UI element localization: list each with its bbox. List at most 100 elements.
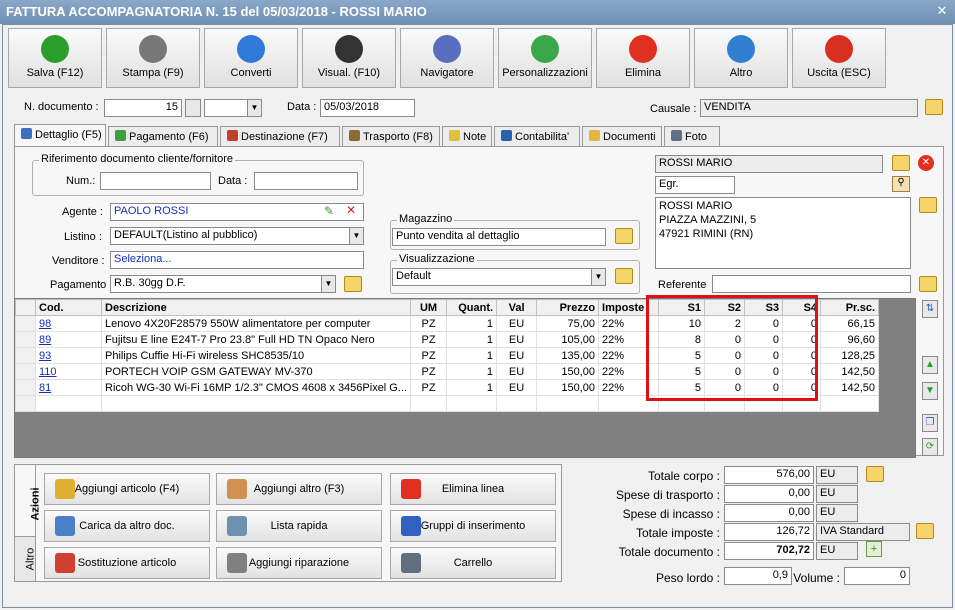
referente-folder-icon[interactable] <box>919 276 937 292</box>
altro-button[interactable]: Altro <box>694 28 788 88</box>
table-cell[interactable] <box>446 395 498 412</box>
ndoc-input[interactable]: 15 <box>104 99 182 117</box>
row-indicator[interactable] <box>15 315 36 332</box>
visual-button[interactable]: Visual. (F10) <box>302 28 396 88</box>
table-cell[interactable]: 89 <box>35 331 102 348</box>
table-cell[interactable] <box>100 395 412 412</box>
move-up-icon[interactable]: ▲ <box>922 356 938 374</box>
cliente-address[interactable]: ROSSI MARIO PIAZZA MAZZINI, 5 47921 RIMI… <box>655 197 911 269</box>
column-header[interactable]: UM <box>410 299 448 316</box>
spese-incasso-value[interactable]: 0,00 <box>724 504 814 522</box>
row-indicator[interactable] <box>15 363 36 380</box>
causale-folder-icon[interactable] <box>925 99 943 115</box>
navigatore-button[interactable]: Navigatore <box>400 28 494 88</box>
table-cell: 1 <box>446 331 498 348</box>
column-header[interactable]: Quant. <box>446 299 498 316</box>
action-button[interactable]: Carrello <box>390 547 556 579</box>
action-button[interactable]: Elimina linea <box>390 473 556 505</box>
delete-agente-icon[interactable]: ✕ <box>346 203 356 217</box>
magazzino-folder-icon[interactable] <box>615 228 633 244</box>
tab-0[interactable]: Dettaglio (F5) <box>14 124 106 147</box>
refresh-icon[interactable]: ⟳ <box>922 438 938 456</box>
table-cell: 150,00 <box>536 363 600 380</box>
uscita-button[interactable]: Uscita (ESC) <box>792 28 886 88</box>
row-indicator[interactable] <box>15 379 36 396</box>
cliente-delete-icon[interactable]: ✕ <box>918 155 934 171</box>
tab-7[interactable]: Foto <box>664 126 720 146</box>
table-cell[interactable]: 98 <box>35 315 102 332</box>
elimina-button[interactable]: Elimina <box>596 28 690 88</box>
cliente-name-input[interactable]: ROSSI MARIO <box>655 155 883 173</box>
table-cell: EU <box>496 363 538 380</box>
causale-input[interactable]: VENDITA <box>700 99 918 117</box>
ndoc-series-select[interactable]: ▼ <box>204 99 262 117</box>
imposte-folder-icon[interactable] <box>916 523 934 539</box>
cliente-title-input[interactable]: Egr. <box>655 176 735 194</box>
pagamento-folder-icon[interactable] <box>344 276 362 292</box>
converti-button[interactable]: Converti <box>204 28 298 88</box>
rif-data-input[interactable] <box>254 172 358 190</box>
pagamento-select[interactable]: R.B. 30gg D.F. ▼ <box>110 275 336 293</box>
address-line: 47921 RIMINI (RN) <box>659 228 754 240</box>
tab-label: Dettaglio (F5) <box>35 129 102 141</box>
action-button[interactable]: Aggiungi altro (F3) <box>216 473 382 505</box>
close-icon[interactable]: ✕ <box>935 4 949 18</box>
table-cell: PZ <box>410 331 448 348</box>
table-cell[interactable] <box>410 395 448 412</box>
table-cell[interactable]: 93 <box>35 347 102 364</box>
cliente-lookup-icon[interactable]: ⚲ <box>892 176 910 192</box>
table-cell: 135,00 <box>536 347 600 364</box>
address-folder-icon[interactable] <box>919 197 937 213</box>
column-header[interactable]: Descrizione <box>100 299 412 316</box>
pencil-icon[interactable]: ✎ <box>324 204 334 218</box>
volume-value[interactable]: 0 <box>844 567 910 585</box>
column-header[interactable]: Val <box>496 299 538 316</box>
rif-num-input[interactable] <box>100 172 211 190</box>
totale-corpo-folder-icon[interactable] <box>866 466 884 482</box>
table-cell[interactable] <box>496 395 538 412</box>
tab-1[interactable]: Pagamento (F6) <box>108 126 218 146</box>
copy-icon[interactable]: ❐ <box>922 414 938 432</box>
spese-trasporto-value[interactable]: 0,00 <box>724 485 814 503</box>
data-input[interactable]: 05/03/2018 <box>320 99 415 117</box>
action-button[interactable]: Aggiungi articolo (F4) <box>44 473 210 505</box>
personalizzazioni-button[interactable]: Personalizzazioni <box>498 28 592 88</box>
column-header[interactable]: Cod. <box>35 299 102 316</box>
table-cell[interactable] <box>536 395 600 412</box>
action-button[interactable]: Gruppi di inserimento <box>390 510 556 542</box>
table-cell[interactable] <box>820 395 880 412</box>
tab-2[interactable]: Destinazione (F7) <box>220 126 340 146</box>
visualizzazione-folder-icon[interactable] <box>615 268 633 284</box>
tab-altro[interactable]: Altro <box>14 536 36 582</box>
tab-4[interactable]: Note <box>442 126 492 146</box>
visualizzazione-select[interactable]: Default ▼ <box>392 268 606 286</box>
row-indicator[interactable] <box>15 347 36 364</box>
ndoc-suffix-button[interactable] <box>185 99 201 117</box>
tab-5[interactable]: Contabilita' <box>494 126 580 146</box>
action-button[interactable]: Aggiungi riparazione <box>216 547 382 579</box>
action-button[interactable]: Carica da altro doc. <box>44 510 210 542</box>
column-header[interactable]: Prezzo <box>536 299 600 316</box>
referente-input[interactable] <box>712 275 911 293</box>
table-cell[interactable]: 81 <box>35 379 102 396</box>
stampa-button[interactable]: Stampa (F9) <box>106 28 200 88</box>
cliente-folder-icon[interactable] <box>892 155 910 171</box>
magazzino-input[interactable]: Punto vendita al dettaglio <box>392 228 606 246</box>
tab-azioni[interactable]: Azioni <box>14 464 42 544</box>
action-button[interactable]: Sostituzione articolo <box>44 547 210 579</box>
table-cell[interactable] <box>15 395 36 412</box>
action-label: Sostituzione articolo <box>77 557 177 569</box>
tab-3[interactable]: Trasporto (F8) <box>342 126 440 146</box>
action-button[interactable]: Lista rapida <box>216 510 382 542</box>
tab-6[interactable]: Documenti <box>582 126 662 146</box>
table-cell[interactable]: 110 <box>35 363 102 380</box>
venditore-input[interactable]: Seleziona... <box>110 251 364 269</box>
table-cell[interactable] <box>35 395 102 412</box>
row-indicator[interactable] <box>15 331 36 348</box>
move-down-icon[interactable]: ▼ <box>922 382 938 400</box>
salva-button[interactable]: Salva (F12) <box>8 28 102 88</box>
listino-select[interactable]: DEFAULT(Listino al pubblico) ▼ <box>110 227 364 245</box>
column-header[interactable]: Pr.sc. <box>820 299 880 316</box>
arrow-up-down-icon[interactable]: ⇅ <box>922 300 938 318</box>
zoom-in-icon[interactable]: + <box>866 541 882 557</box>
